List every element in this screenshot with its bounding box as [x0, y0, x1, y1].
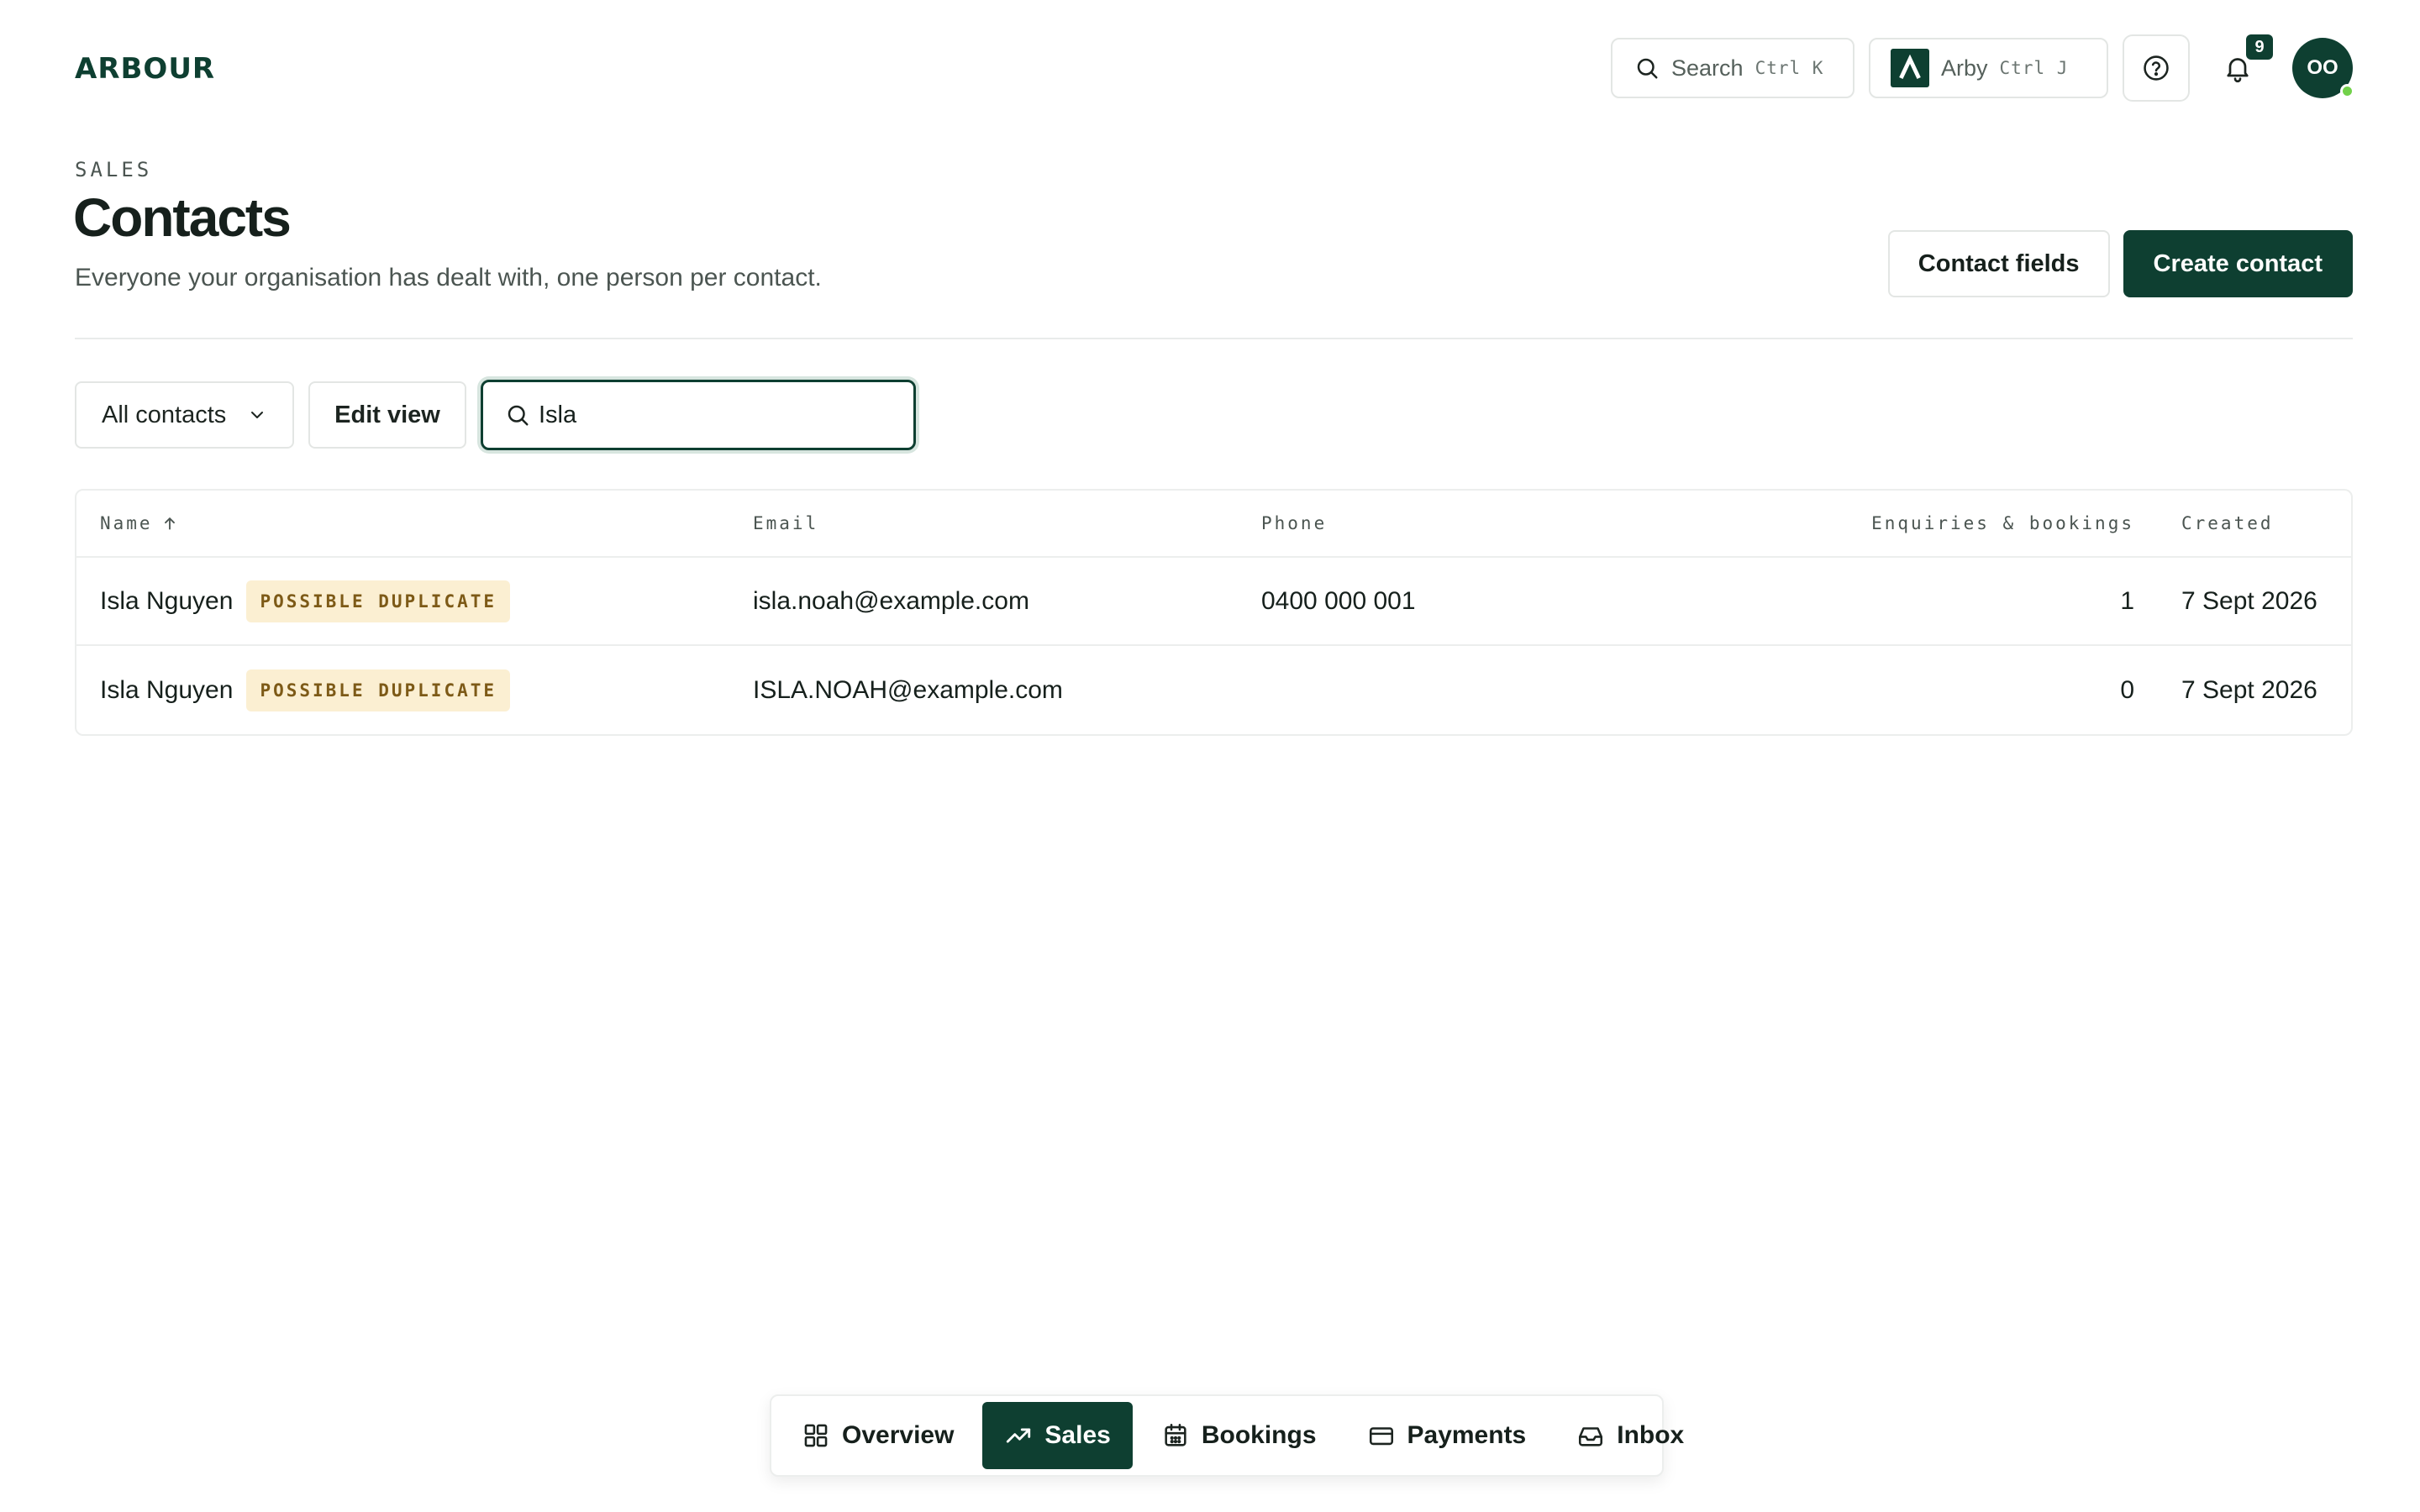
nav-item-bookings[interactable]: Bookings: [1139, 1402, 1339, 1469]
contacts-page: ARBOUR Search Ctrl K Arby Ctrl J 9 OO SA…: [0, 0, 2420, 1512]
nav-item-label: Bookings: [1201, 1421, 1317, 1449]
search-icon: [505, 402, 530, 428]
credit-card-icon: [1367, 1421, 1396, 1450]
online-status-dot: [2340, 84, 2354, 98]
column-header-email[interactable]: Email: [753, 513, 1261, 533]
filter-bar: All contacts Edit view: [75, 380, 916, 450]
global-search-button[interactable]: Search Ctrl K: [1611, 38, 1854, 98]
nav-item-sales[interactable]: Sales: [982, 1402, 1133, 1469]
arby-logo-icon: [1891, 49, 1929, 87]
cell-enquiries: 1: [2120, 586, 2134, 615]
possible-duplicate-badge: POSSIBLE DUPLICATE: [246, 580, 511, 622]
view-select[interactable]: All contacts: [75, 381, 294, 449]
column-header-phone[interactable]: Phone: [1261, 513, 1759, 533]
chevron-down-icon: [247, 405, 267, 425]
view-select-value: All contacts: [102, 401, 227, 428]
assistant-button[interactable]: Arby Ctrl J: [1869, 38, 2108, 98]
edit-view-button[interactable]: Edit view: [308, 381, 466, 449]
header-divider: [75, 338, 2353, 339]
grid-icon: [802, 1421, 830, 1450]
column-header-created[interactable]: Created: [2134, 513, 2351, 533]
cell-email: ISLA.NOAH@example.com: [753, 675, 1063, 704]
trending-up-icon: [1004, 1421, 1033, 1450]
nav-item-label: Payments: [1407, 1421, 1527, 1449]
column-header-name[interactable]: Name: [76, 513, 753, 533]
contact-name[interactable]: Isla Nguyen: [100, 676, 233, 705]
nav-item-label: Sales: [1044, 1421, 1111, 1449]
header-actions: Contact fields Create contact: [1887, 230, 2353, 297]
cell-enquiries: 0: [2120, 675, 2134, 704]
page-subtitle: Everyone your organisation has dealt wit…: [75, 264, 822, 291]
assistant-shortcut: Ctrl J: [1999, 58, 2069, 78]
nav-item-overview[interactable]: Overview: [780, 1402, 976, 1469]
arrow-up-icon: [161, 515, 178, 532]
contact-fields-button[interactable]: Contact fields: [1887, 230, 2110, 297]
table-row[interactable]: Isla Nguyen POSSIBLE DUPLICATE ISLA.NOAH…: [76, 646, 2351, 734]
cell-created: 7 Sept 2026: [2181, 586, 2317, 615]
help-circle-icon: [2142, 54, 2170, 82]
calendar-icon: [1161, 1421, 1190, 1450]
cell-name: Isla Nguyen POSSIBLE DUPLICATE: [76, 580, 753, 622]
possible-duplicate-badge: POSSIBLE DUPLICATE: [246, 669, 511, 711]
global-search-shortcut: Ctrl K: [1754, 58, 1824, 78]
nav-item-label: Inbox: [1617, 1421, 1685, 1449]
notification-count-badge: 9: [2246, 34, 2273, 60]
create-contact-button[interactable]: Create contact: [2123, 230, 2353, 297]
contacts-search-input[interactable]: [539, 401, 892, 429]
nav-item-payments[interactable]: Payments: [1345, 1402, 1549, 1469]
help-button[interactable]: [2123, 34, 2190, 102]
column-header-name-label: Name: [100, 513, 153, 533]
contacts-search-field[interactable]: [481, 380, 916, 450]
cell-phone: 0400 000 001: [1261, 586, 1416, 615]
table-row[interactable]: Isla Nguyen POSSIBLE DUPLICATE isla.noah…: [76, 558, 2351, 646]
global-search-label: Search: [1671, 55, 1744, 81]
cell-email: isla.noah@example.com: [753, 586, 1029, 615]
notifications-button[interactable]: 9: [2204, 34, 2273, 102]
section-label: SALES: [75, 158, 153, 181]
cell-name: Isla Nguyen POSSIBLE DUPLICATE: [76, 669, 753, 711]
cell-created: 7 Sept 2026: [2181, 675, 2317, 704]
app-logo[interactable]: ARBOUR: [75, 52, 215, 86]
user-avatar[interactable]: OO: [2292, 38, 2354, 98]
page-title: Contacts: [73, 187, 292, 248]
contacts-table: Name Email Phone Enquiries & bookings Cr…: [75, 489, 2353, 736]
table-header: Name Email Phone Enquiries & bookings Cr…: [76, 491, 2351, 558]
inbox-icon: [1576, 1421, 1605, 1450]
contact-name[interactable]: Isla Nguyen: [100, 587, 233, 616]
avatar-initials: OO: [2307, 56, 2338, 79]
search-icon: [1634, 55, 1660, 81]
nav-item-label: Overview: [842, 1421, 955, 1449]
column-header-enquiries[interactable]: Enquiries & bookings: [1759, 513, 2134, 533]
topbar-actions: Search Ctrl K Arby Ctrl J 9 OO: [1611, 34, 2354, 102]
assistant-label: Arby: [1941, 55, 1988, 81]
nav-item-inbox[interactable]: Inbox: [1555, 1402, 1706, 1469]
bottom-nav: Overview Sales Bookings Payments Inbox: [770, 1394, 1684, 1477]
